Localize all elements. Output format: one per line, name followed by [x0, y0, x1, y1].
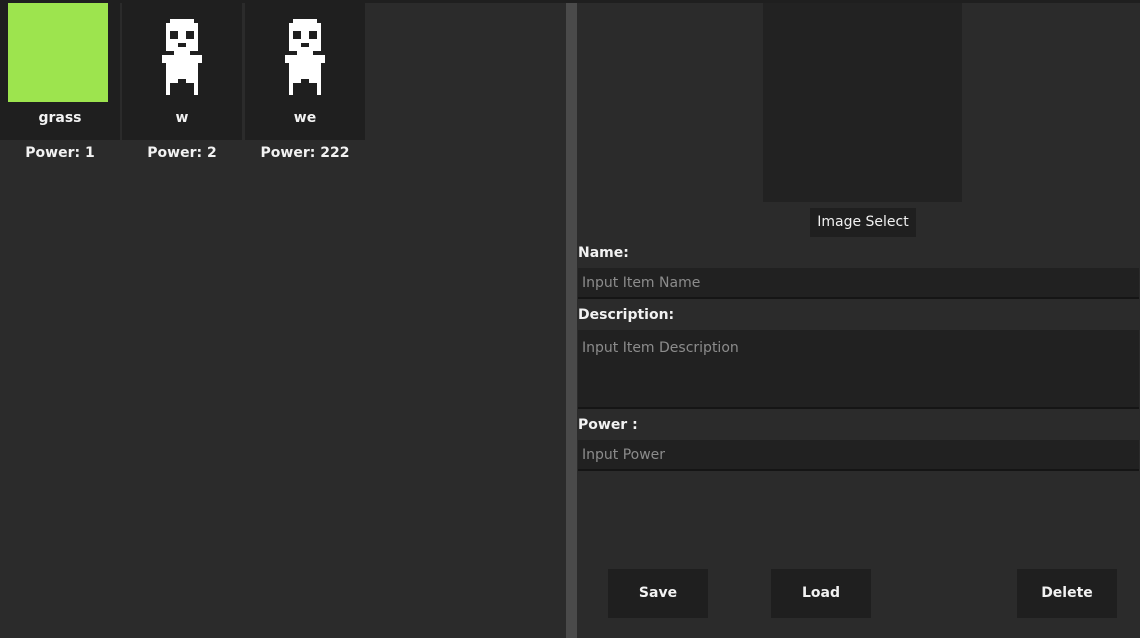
pixel-character-icon — [122, 3, 242, 102]
item-tile-grass[interactable]: grass — [0, 3, 120, 140]
item-name: w — [175, 110, 189, 126]
item-grid: grass Power: 1 w Power: 2 we Power: 222 — [0, 3, 566, 638]
save-button[interactable]: Save — [608, 569, 708, 618]
pixel-character-icon — [245, 3, 365, 102]
power-input[interactable]: Input Power — [578, 440, 1139, 471]
item-card-grass: grass Power: 1 — [0, 3, 120, 178]
item-name: we — [293, 110, 317, 126]
green-swatch-icon — [8, 3, 108, 102]
item-power: Power: 2 — [147, 145, 217, 161]
name-input[interactable]: Input Item Name — [578, 268, 1139, 299]
panel-splitter[interactable] — [566, 3, 577, 638]
item-name: grass — [38, 110, 82, 126]
image-preview — [763, 3, 962, 202]
load-button[interactable]: Load — [771, 569, 871, 618]
item-tile-w[interactable]: w — [122, 3, 242, 140]
item-card-we: we Power: 222 — [245, 3, 365, 178]
item-editor-panel: Image Select Name: Input Item Name Descr… — [577, 3, 1140, 638]
item-power: Power: 222 — [260, 145, 350, 161]
description-label: Description: — [578, 307, 675, 323]
description-input[interactable]: Input Item Description — [578, 330, 1139, 409]
image-select-button[interactable]: Image Select — [810, 208, 916, 237]
item-editor-app: grass Power: 1 w Power: 2 we Power: 222 … — [0, 0, 1140, 638]
delete-button[interactable]: Delete — [1017, 569, 1117, 618]
item-tile-we[interactable]: we — [245, 3, 365, 140]
item-power: Power: 1 — [25, 145, 95, 161]
power-label: Power : — [578, 417, 638, 433]
item-card-w: w Power: 2 — [122, 3, 242, 178]
name-label: Name: — [578, 245, 629, 261]
